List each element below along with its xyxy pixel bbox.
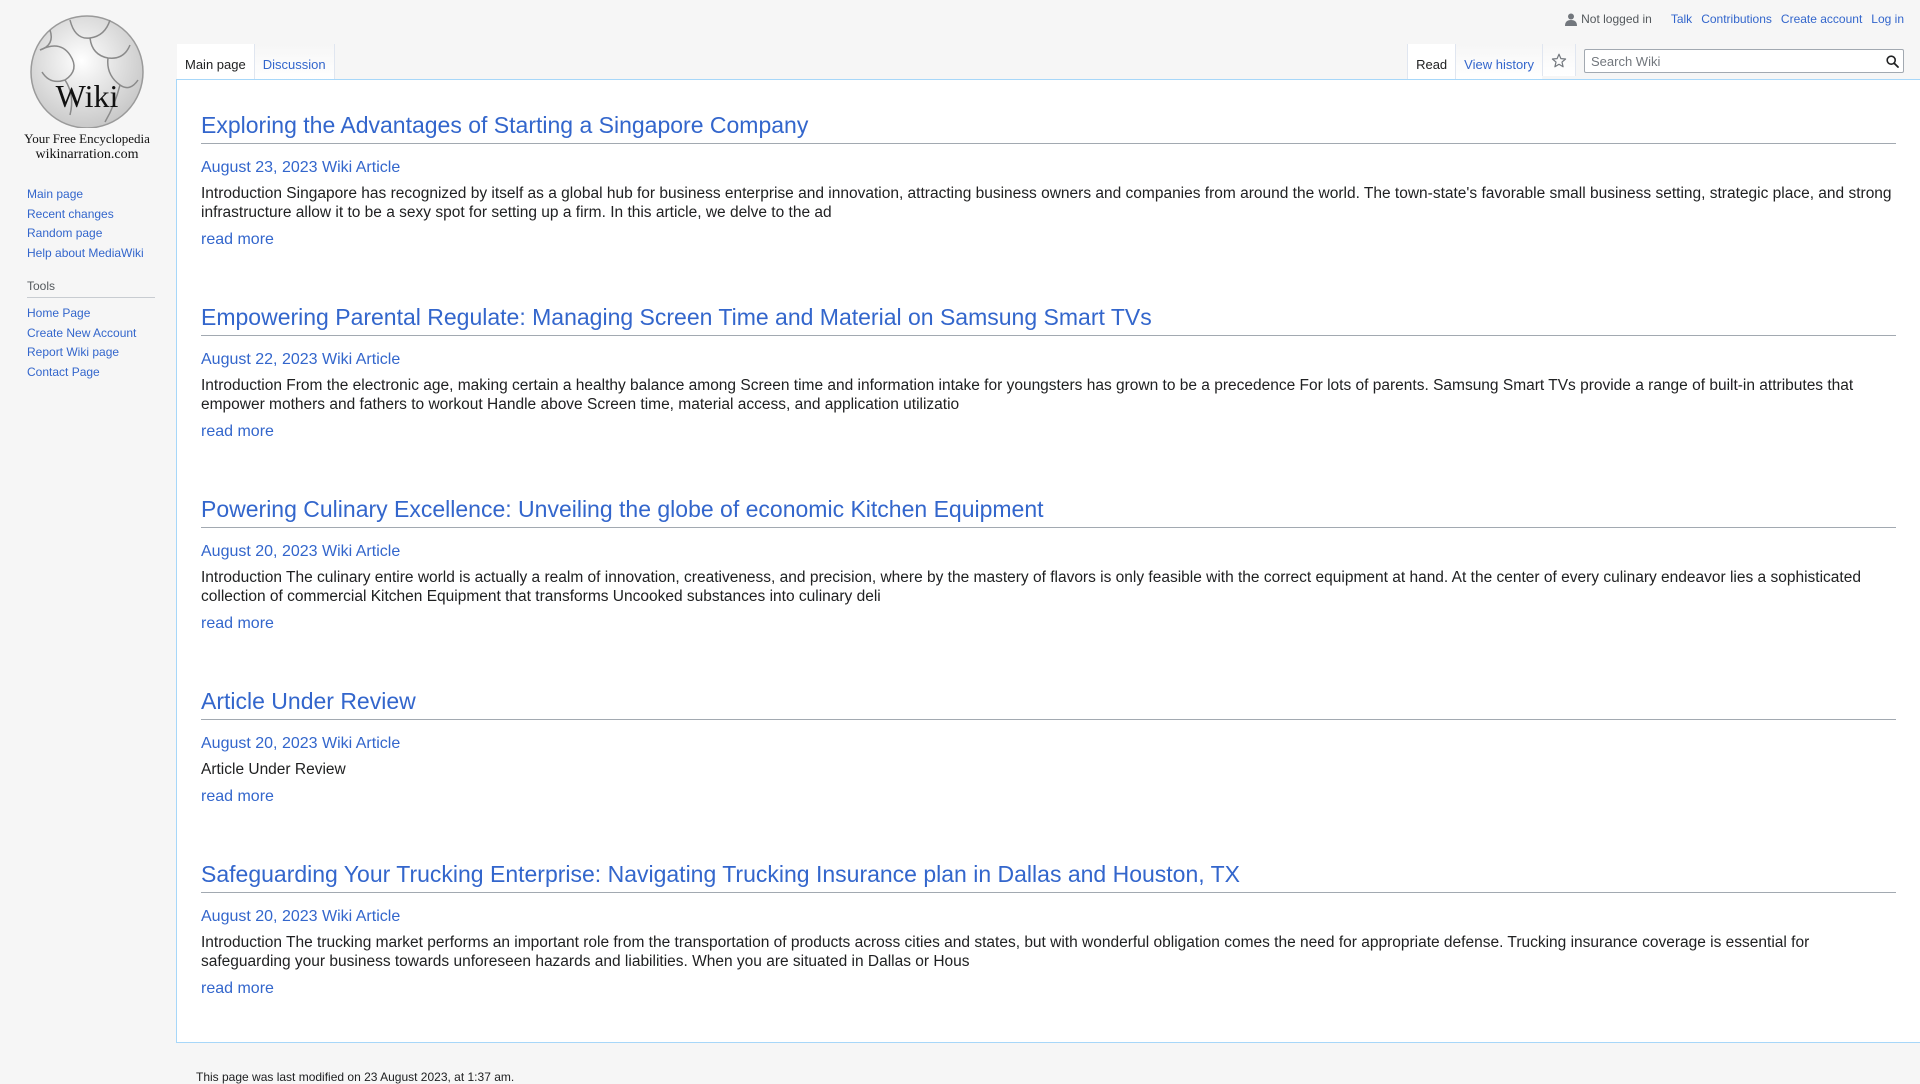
article-excerpt: Introduction From the electronic age, ma…: [201, 377, 1854, 413]
article-meta-link[interactable]: August 20, 2023 Wiki Article: [201, 543, 400, 560]
logo-tagline: Your Free Encyclopedia: [24, 131, 150, 146]
article-excerpt: Introduction Singapore has recognized by…: [201, 185, 1892, 221]
tab-discussion[interactable]: Discussion: [253, 44, 335, 80]
site-logo[interactable]: Wiki Your Free Encyclopedia wikinarratio…: [20, 10, 154, 162]
sidebar-item-report-wiki-page[interactable]: Report Wiki page: [27, 345, 119, 359]
search-input[interactable]: [1585, 51, 1881, 71]
personal-tools: Not logged in Talk Contributions Create …: [1565, 12, 1904, 26]
view-tabs: Read View history: [1407, 44, 1904, 80]
log-in-link[interactable]: Log in: [1871, 12, 1904, 26]
article-entry: Empowering Parental Regulate: Managing S…: [201, 302, 1896, 442]
search-box: [1584, 49, 1904, 73]
read-more-link[interactable]: read more: [201, 422, 274, 442]
search-button[interactable]: [1881, 50, 1903, 72]
tab-main-page[interactable]: Main page: [177, 44, 254, 80]
logo-domain: wikinarration.com: [35, 147, 139, 162]
sidebar-item-recent-changes[interactable]: Recent changes: [27, 207, 114, 221]
sidebar-item-main-page[interactable]: Main page: [27, 187, 83, 201]
article-title-link[interactable]: Exploring the Advantages of Starting a S…: [201, 112, 808, 138]
article-title-link[interactable]: Powering Culinary Excellence: Unveiling …: [201, 496, 1044, 522]
article-meta-link[interactable]: August 20, 2023 Wiki Article: [201, 735, 400, 752]
article-entry: Safeguarding Your Trucking Enterprise: N…: [201, 859, 1896, 999]
read-more-link[interactable]: read more: [201, 230, 274, 250]
article-title-link[interactable]: Empowering Parental Regulate: Managing S…: [201, 304, 1152, 330]
article-entry: Exploring the Advantages of Starting a S…: [201, 110, 1896, 250]
read-more-link[interactable]: read more: [201, 614, 274, 634]
article-meta-link[interactable]: August 23, 2023 Wiki Article: [201, 159, 400, 176]
sidebar-tools-heading: Tools: [27, 279, 155, 298]
sidebar-tools: Home Page Create New Account Report Wiki…: [27, 304, 155, 382]
main-content: Exploring the Advantages of Starting a S…: [176, 79, 1920, 1043]
sidebar-item-random-page[interactable]: Random page: [27, 226, 102, 240]
article-excerpt: Introduction The trucking market perform…: [201, 934, 1810, 970]
article-title-link[interactable]: Article Under Review: [201, 688, 416, 714]
namespace-tabs: Main page Discussion: [177, 44, 335, 80]
article-meta-link[interactable]: August 22, 2023 Wiki Article: [201, 351, 400, 368]
user-icon: [1565, 13, 1578, 26]
tab-view-history[interactable]: View history: [1455, 44, 1542, 80]
article-meta-link[interactable]: August 20, 2023 Wiki Article: [201, 908, 400, 925]
article-entry: Article Under Review August 20, 2023 Wik…: [201, 686, 1896, 807]
sidebar: Main page Recent changes Random page Hel…: [27, 185, 155, 382]
sidebar-item-contact-page[interactable]: Contact Page: [27, 365, 100, 379]
contributions-link[interactable]: Contributions: [1701, 12, 1772, 26]
read-more-link[interactable]: read more: [201, 979, 274, 999]
sidebar-item-create-new-account[interactable]: Create New Account: [27, 326, 136, 340]
sidebar-item-help[interactable]: Help about MediaWiki: [27, 246, 144, 260]
login-status: Not logged in: [1581, 12, 1652, 26]
article-title-link[interactable]: Safeguarding Your Trucking Enterprise: N…: [201, 861, 1240, 887]
search-icon: [1885, 54, 1899, 68]
watch-star-button[interactable]: [1542, 44, 1576, 76]
talk-link[interactable]: Talk: [1671, 12, 1692, 26]
tab-read[interactable]: Read: [1407, 44, 1456, 80]
logo-wordmark: Wiki: [55, 78, 119, 114]
star-icon: [1551, 53, 1567, 68]
article-excerpt: Introduction The culinary entire world i…: [201, 569, 1861, 605]
footer-last-modified: This page was last modified on 23 August…: [196, 1070, 515, 1084]
sidebar-navigation: Main page Recent changes Random page Hel…: [27, 185, 155, 263]
create-account-link[interactable]: Create account: [1781, 12, 1862, 26]
article-excerpt: Article Under Review: [201, 761, 346, 778]
article-entry: Powering Culinary Excellence: Unveiling …: [201, 494, 1896, 634]
sidebar-item-home-page[interactable]: Home Page: [27, 306, 90, 320]
read-more-link[interactable]: read more: [201, 787, 274, 807]
